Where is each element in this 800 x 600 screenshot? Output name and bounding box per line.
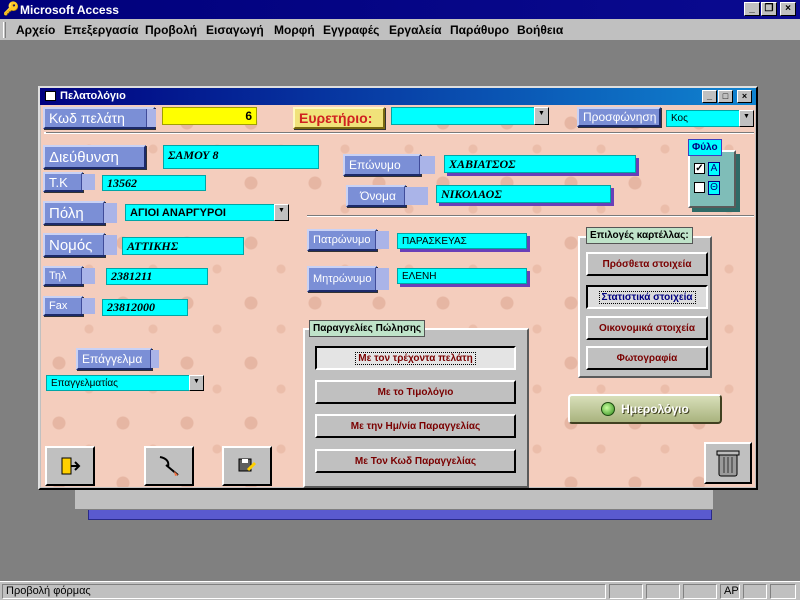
menu-bar: Αρχείο Επεξεργασία Προβολή Εισαγωγή Μορφ… bbox=[0, 19, 800, 41]
mid-divider bbox=[307, 215, 754, 217]
app-title-bar: 🔑 Microsoft Access _ ❐ × bbox=[0, 0, 800, 19]
orders-current-customer-button[interactable]: Με τον τρέχοντα πελάτη bbox=[315, 346, 516, 370]
gender-checkbox-a[interactable]: ✓ bbox=[694, 163, 705, 174]
form-minimize-icon[interactable]: _ bbox=[702, 90, 717, 103]
zip-label[interactable]: Τ.Κ bbox=[43, 172, 95, 192]
customer-code-label[interactable]: Κωδ πελάτη bbox=[43, 107, 156, 129]
status-ap: AP bbox=[720, 584, 740, 599]
menu-window[interactable]: Παράθυρο bbox=[450, 23, 509, 37]
exit-button[interactable] bbox=[45, 446, 95, 486]
menu-records[interactable]: Εγγραφές bbox=[323, 23, 379, 37]
mothers-name-label[interactable]: Μητρώνυμο bbox=[307, 266, 389, 292]
access-key-icon: 🔑 bbox=[3, 1, 20, 16]
prefecture-label[interactable]: Νομός bbox=[43, 233, 117, 257]
status-cell-5 bbox=[743, 584, 767, 599]
gender-option-a-label: Α bbox=[708, 162, 720, 176]
fax-field[interactable]: 23812000 bbox=[102, 299, 188, 316]
address-field[interactable]: ΣΑΜΟΥ 8 bbox=[163, 145, 319, 169]
firstname-label[interactable]: Όνομα bbox=[346, 185, 428, 207]
exit-door-icon bbox=[61, 457, 81, 475]
statistics-button[interactable]: Στατιστικά στοιχεία bbox=[586, 285, 708, 309]
app-minimize-icon[interactable]: _ bbox=[744, 2, 760, 16]
spacer bbox=[44, 132, 46, 133]
gender-group-title: Φύλο bbox=[688, 139, 722, 156]
pencil-icon bbox=[159, 456, 179, 476]
orders-by-code-button[interactable]: Με Τον Κωδ Παραγγελίας bbox=[315, 449, 516, 473]
salutation-label[interactable]: Προσφώνηση bbox=[577, 107, 661, 127]
orders-by-date-button[interactable]: Με την Ημ/νία Παραγγελίας bbox=[315, 414, 516, 438]
window-title: Πελατολόγιο bbox=[60, 90, 126, 102]
calendar-button[interactable]: Ημερολόγιο bbox=[568, 394, 722, 424]
calendar-orb-icon bbox=[601, 402, 616, 416]
mothers-name-field[interactable]: ΕΛΕΝΗ bbox=[397, 268, 527, 284]
fax-label[interactable]: Fax bbox=[43, 296, 95, 316]
salutation-dropdown-icon[interactable]: ▼ bbox=[739, 110, 754, 127]
status-cell-1 bbox=[609, 584, 643, 599]
status-cell-6 bbox=[770, 584, 796, 599]
status-cell-3 bbox=[683, 584, 717, 599]
status-cell-2 bbox=[646, 584, 680, 599]
index-label: Ευρετήριο: bbox=[293, 107, 385, 129]
fathers-name-field[interactable]: ΠΑΡΑΣΚΕΥΑΣ bbox=[397, 233, 527, 249]
index-combo[interactable] bbox=[391, 107, 535, 125]
menu-format[interactable]: Μορφή bbox=[274, 23, 315, 37]
city-label[interactable]: Πόλη bbox=[43, 201, 117, 225]
zip-field[interactable]: 13562 bbox=[102, 175, 206, 191]
salutation-combo[interactable]: Κος bbox=[666, 110, 740, 127]
sales-orders-title: Παραγγελίες Πώλησης bbox=[309, 320, 426, 337]
city-dropdown-icon[interactable]: ▼ bbox=[274, 204, 289, 221]
delete-button[interactable] bbox=[704, 442, 752, 484]
profession-combo[interactable]: Επαγγελματίας bbox=[46, 375, 190, 391]
form-maximize-icon[interactable]: □ bbox=[718, 90, 733, 103]
menu-grip bbox=[3, 22, 6, 38]
gender-checkbox-th[interactable] bbox=[694, 182, 705, 193]
calendar-label: Ημερολόγιο bbox=[621, 402, 689, 416]
trash-can-icon bbox=[716, 450, 740, 477]
firstname-field[interactable]: ΝΙΚΟΛΑΟΣ bbox=[436, 185, 611, 203]
customer-form-title-bar: Πελατολόγιο _ □ × bbox=[40, 88, 756, 105]
tab-options-title: Επιλογές καρτέλλας: bbox=[586, 227, 693, 244]
menu-insert[interactable]: Εισαγωγή bbox=[206, 23, 264, 37]
form-close-icon[interactable]: × bbox=[737, 90, 752, 103]
index-dropdown-icon[interactable]: ▼ bbox=[534, 107, 549, 125]
status-text: Προβολή φόρμας bbox=[2, 584, 606, 599]
phone-label[interactable]: Τηλ bbox=[43, 266, 95, 286]
address-label[interactable]: Διεύθυνση bbox=[43, 145, 146, 169]
phone-field[interactable]: 2381211 bbox=[106, 268, 208, 285]
save-disk-icon bbox=[238, 458, 257, 472]
menu-help[interactable]: Βοήθεια bbox=[517, 23, 563, 37]
menu-view[interactable]: Προβολή bbox=[145, 23, 197, 37]
photo-button[interactable]: Φωτογραφία bbox=[586, 346, 708, 370]
fathers-name-label[interactable]: Πατρώνυμο bbox=[307, 229, 389, 251]
form-footer-strip bbox=[74, 487, 714, 510]
save-button[interactable] bbox=[222, 446, 272, 486]
profession-label[interactable]: Επάγγελμα bbox=[76, 348, 159, 370]
menu-edit[interactable]: Επεξεργασία bbox=[64, 23, 138, 37]
surname-label[interactable]: Επώνυμο bbox=[343, 154, 435, 176]
gender-option-th-label: Θ bbox=[708, 181, 720, 195]
status-bar: Προβολή φόρμας AP bbox=[0, 581, 800, 600]
edit-button[interactable] bbox=[144, 446, 194, 486]
extra-details-button[interactable]: Πρόσθετα στοιχεία bbox=[586, 252, 708, 276]
app-restore-icon[interactable]: ❐ bbox=[761, 2, 777, 16]
city-combo[interactable]: ΑΓΙΟΙ ΑΝΑΡΓΥΡΟΙ bbox=[125, 204, 275, 221]
gender-group bbox=[688, 150, 736, 208]
profession-dropdown-icon[interactable]: ▼ bbox=[189, 375, 204, 391]
menu-file[interactable]: Αρχείο bbox=[16, 23, 55, 37]
app-close-icon[interactable]: × bbox=[780, 2, 796, 16]
prefecture-field[interactable]: ΑΤΤΙΚΗΣ bbox=[122, 237, 244, 255]
top-divider bbox=[44, 132, 754, 134]
form-icon bbox=[45, 91, 56, 101]
app-title: Microsoft Access bbox=[20, 3, 119, 17]
surname-field[interactable]: ΧΑΒΙΑΤΣΟΣ bbox=[444, 155, 636, 173]
customer-code-field[interactable]: 6 bbox=[162, 107, 257, 125]
menu-tools[interactable]: Εργαλεία bbox=[389, 23, 442, 37]
financial-button[interactable]: Οικονομικά στοιχεία bbox=[586, 316, 708, 340]
orders-by-invoice-button[interactable]: Με το Τιμολόγιο bbox=[315, 380, 516, 404]
